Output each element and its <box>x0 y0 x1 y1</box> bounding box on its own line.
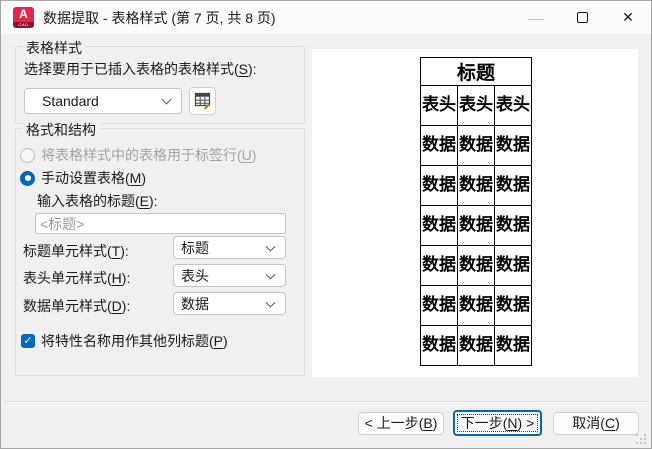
back-button[interactable]: < 上一步(B) <box>358 412 444 435</box>
preview-data-cell: 数据 <box>494 205 532 246</box>
preview-data-cell: 数据 <box>457 245 495 286</box>
table-title-label: 输入表格的标题(E): <box>37 193 158 209</box>
preview-header-cell: 表头 <box>420 85 458 126</box>
radio-manual-setup[interactable]: 手动设置表格(M) <box>20 168 146 188</box>
radio-off-icon <box>20 147 35 163</box>
preview-data-cell: 数据 <box>420 325 458 366</box>
chevron-down-icon <box>161 94 172 105</box>
header-cell-style-select[interactable]: 表头 <box>173 264 286 287</box>
radio-use-style-table: 将表格样式中的表格用于标签行(U) <box>20 145 256 165</box>
table-preview-panel: 标题 表头 表头 表头 数据 数据 数据 数据 数据 数据 数据 数据 数据 数据 数据 数据 数据 数据… <box>312 49 638 377</box>
preview-data-cell: 数据 <box>494 245 532 286</box>
preview-header-cell: 表头 <box>457 85 495 126</box>
preview-data-cell: 数据 <box>494 285 532 326</box>
minimize-icon: — <box>529 9 543 26</box>
preview-data-row: 数据 数据 数据 <box>420 165 532 206</box>
preview-data-cell: 数据 <box>457 285 495 326</box>
radio-manual-setup-label: 手动设置表格(M) <box>41 170 147 186</box>
chevron-down-icon <box>265 241 276 252</box>
maximize-button[interactable] <box>559 1 605 34</box>
use-property-names-label: 将特性名称用作其他列标题(P) <box>41 333 228 349</box>
preview-data-row: 数据 数据 数据 <box>420 205 532 246</box>
preview-title-cell: 标题 <box>420 57 532 86</box>
maximize-icon <box>576 12 588 23</box>
table-style-dialog-button[interactable] <box>189 87 216 115</box>
title-cell-style-label: 标题单元样式(T): <box>23 243 129 259</box>
preview-data-cell: 数据 <box>494 325 532 366</box>
preview-data-row: 数据 数据 数据 <box>420 285 532 326</box>
preview-table-body: 数据 数据 数据 数据 数据 数据 数据 数据 数据 数据 数据 数据 数据 数据 数据 数据 数据 数据 <box>420 125 532 366</box>
data-cell-style-label: 数据单元样式(D): <box>23 298 131 314</box>
chevron-down-icon <box>265 269 276 280</box>
radio-on-icon <box>20 170 35 186</box>
preview-header-row: 表头 表头 表头 <box>420 85 532 126</box>
preview-header-cell: 表头 <box>494 85 532 126</box>
preview-data-cell: 数据 <box>420 245 458 286</box>
use-property-names-checkbox[interactable]: ✓ 将特性名称用作其他列标题(P) <box>21 331 228 351</box>
next-button[interactable]: 下一步(N) > <box>453 410 542 436</box>
preview-data-cell: 数据 <box>457 125 495 166</box>
title-cell-style-select[interactable]: 标题 <box>173 236 286 259</box>
table-style-icon <box>194 92 210 110</box>
resize-grip[interactable] <box>636 434 646 444</box>
preview-data-cell: 数据 <box>494 125 532 166</box>
cancel-button[interactable]: 取消(C) <box>553 412 639 435</box>
preview-table: 标题 表头 表头 表头 数据 数据 数据 数据 数据 数据 数据 数据 数据 数据 数据 数据 数据 数据… <box>420 57 532 366</box>
table-style-group: 表格样式 选择要用于已插入表格的表格样式(S): Standard <box>15 38 305 124</box>
checkbox-checked-icon: ✓ <box>21 334 35 348</box>
data-cell-style-select[interactable]: 数据 <box>173 292 286 315</box>
title-cell-style-value: 标题 <box>181 239 209 256</box>
title-bar: A CAD 数据提取 - 表格样式 (第 7 页, 共 8 页) — ✕ <box>1 1 651 34</box>
minimize-button: — <box>513 1 559 34</box>
preview-data-cell: 数据 <box>457 205 495 246</box>
preview-data-cell: 数据 <box>420 125 458 166</box>
header-cell-style-value: 表头 <box>181 267 209 284</box>
data-cell-style-value: 数据 <box>181 295 209 312</box>
autocad-app-icon: A CAD <box>13 7 34 28</box>
data-extraction-dialog: A CAD 数据提取 - 表格样式 (第 7 页, 共 8 页) — ✕ 表格样… <box>0 0 652 449</box>
format-structure-group-title: 格式和结构 <box>22 120 100 140</box>
table-title-input-value: <标题> <box>40 215 85 232</box>
chevron-down-icon <box>265 297 276 308</box>
preview-data-cell: 数据 <box>420 205 458 246</box>
footer-separator <box>5 401 649 403</box>
close-icon: ✕ <box>622 9 634 25</box>
table-title-input[interactable]: <标题> <box>35 213 286 234</box>
preview-data-row: 数据 数据 数据 <box>420 245 532 286</box>
table-style-group-title: 表格样式 <box>22 38 86 58</box>
header-cell-style-label: 表头单元样式(H): <box>23 270 131 286</box>
preview-data-cell: 数据 <box>494 165 532 206</box>
preview-data-cell: 数据 <box>457 325 495 366</box>
table-style-select-value: Standard <box>42 93 99 109</box>
window-title: 数据提取 - 表格样式 (第 7 页, 共 8 页) <box>43 9 276 26</box>
preview-title-row: 标题 <box>420 57 532 86</box>
radio-use-style-table-label: 将表格样式中的表格用于标签行(U) <box>41 147 257 163</box>
table-style-select[interactable]: Standard <box>24 88 182 114</box>
close-button[interactable]: ✕ <box>605 1 651 34</box>
table-style-select-label: 选择要用于已插入表格的表格样式(S): <box>24 61 257 77</box>
preview-data-row: 数据 数据 数据 <box>420 325 532 366</box>
caption-buttons: — ✕ <box>513 1 651 34</box>
autocad-icon-letter: A <box>19 7 28 21</box>
autocad-icon-sub: CAD <box>18 22 29 27</box>
format-structure-group: 格式和结构 将表格样式中的表格用于标签行(U) 手动设置表格(M) 输入表格的标… <box>15 120 305 376</box>
preview-data-cell: 数据 <box>457 165 495 206</box>
preview-data-cell: 数据 <box>420 165 458 206</box>
preview-data-row: 数据 数据 数据 <box>420 125 532 166</box>
preview-data-cell: 数据 <box>420 285 458 326</box>
